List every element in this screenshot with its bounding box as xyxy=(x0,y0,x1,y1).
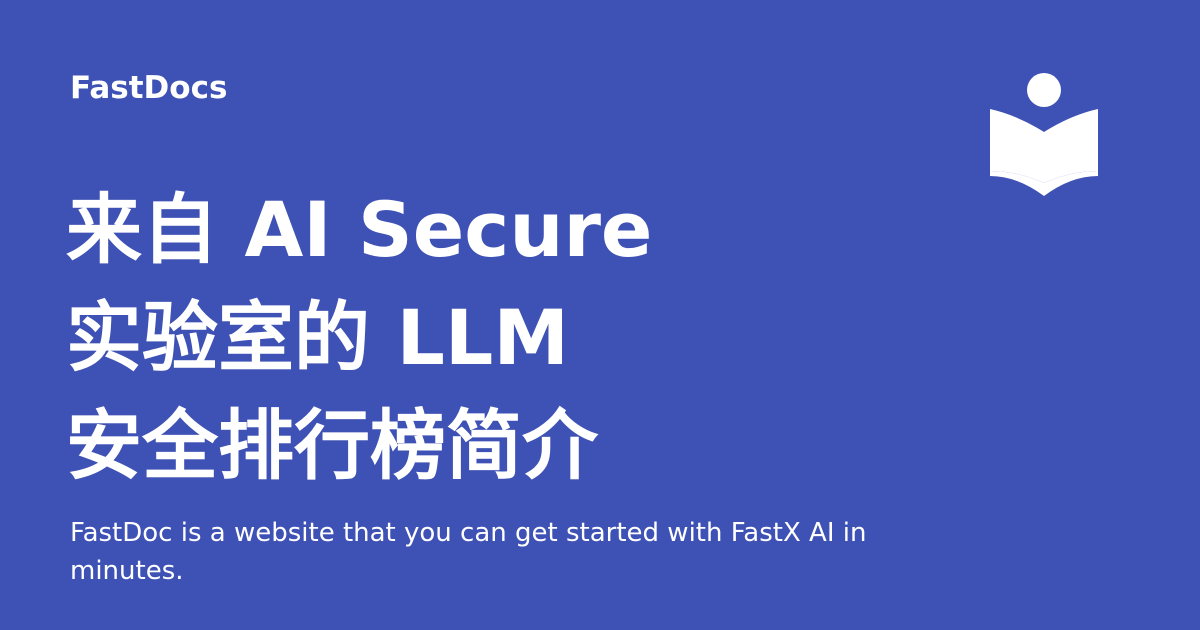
description-text: FastDoc is a website that you can get st… xyxy=(70,518,867,586)
brand-name: FastDocs xyxy=(70,70,228,106)
page-title: 来自 AI Secure 实验室的 LLM 安全排行榜简介 xyxy=(66,176,826,500)
book-reader-icon xyxy=(990,73,1098,196)
title-line-3: 安全排行榜简介 xyxy=(66,401,598,490)
social-card: FastDocs 来自 AI Secure 实验室的 LLM 安全排行榜简介 F… xyxy=(0,0,1200,630)
title-line-2: 实验室的 LLM xyxy=(66,293,569,382)
title-line-1: 来自 AI Secure xyxy=(66,185,653,274)
